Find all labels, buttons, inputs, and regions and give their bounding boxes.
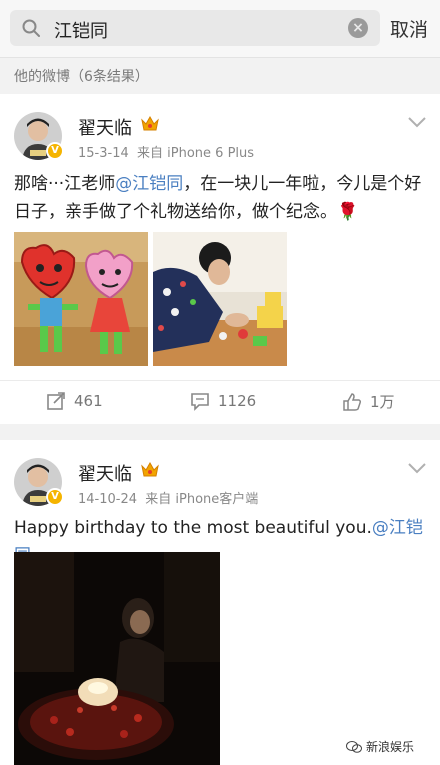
vip-crown-icon [141,115,159,131]
post-photo[interactable] [153,232,287,366]
results-count-label: 他的微博（6条结果） [14,69,149,85]
post-source: 来自 iPhone客户端 [145,492,259,507]
chevron-down-icon[interactable] [408,462,426,474]
clear-search-icon[interactable]: × [348,18,368,38]
comment-button[interactable]: 1126 [190,391,256,411]
wechat-icon [346,740,362,753]
repost-count: 461 [74,392,103,410]
search-input[interactable]: 江铠同 [54,17,108,43]
post-text: 那啥···江老师@江铠同，在一块儿一年啦，今儿是个好日子，亲手做了个礼物送给你，… [14,174,422,222]
author-name[interactable]: 翟天临 [78,460,132,486]
search-box[interactable]: 江铠同 × [10,10,380,46]
author-name[interactable]: 翟天临 [78,114,132,140]
comment-count: 1126 [218,392,257,410]
watermark: 新浪娱乐 [342,736,419,757]
rose-emoji: 🌹 [337,202,359,222]
mention-link[interactable]: @江铠同 [115,174,183,194]
like-button[interactable]: 1万 [342,391,395,412]
thumbs-up-icon [343,392,362,411]
search-bar: 江铠同 × 取消 [0,0,440,58]
post-date: 14-10-24 [78,492,138,507]
search-icon [22,19,40,37]
like-count: 1万 [370,393,395,411]
vip-crown-icon [141,461,159,477]
verified-badge-icon: V [46,488,64,506]
post-meta: 14-10-24 来自 iPhone客户端 [78,488,258,507]
verified-badge-icon: V [46,142,64,160]
post-date: 15-3-14 [78,146,129,161]
post-source: 来自 iPhone 6 Plus [137,146,255,161]
repost-button[interactable]: 461 [46,391,103,411]
action-bar: 461 1126 1万 [0,380,440,424]
comment-icon [191,393,209,411]
post-meta: 15-3-14 来自 iPhone 6 Plus [78,142,254,161]
post-photo[interactable] [14,552,220,765]
chevron-down-icon[interactable] [408,116,426,128]
post-photo[interactable] [14,232,148,366]
weibo-post[interactable]: V 翟天临 14-10-24 来自 iPhone客户端 Happy birthd… [0,440,440,765]
repost-icon [47,392,65,410]
cancel-button[interactable]: 取消 [390,15,428,42]
weibo-post[interactable]: V 翟天临 15-3-14 来自 iPhone 6 Plus 那啥···江老师@… [0,94,440,424]
